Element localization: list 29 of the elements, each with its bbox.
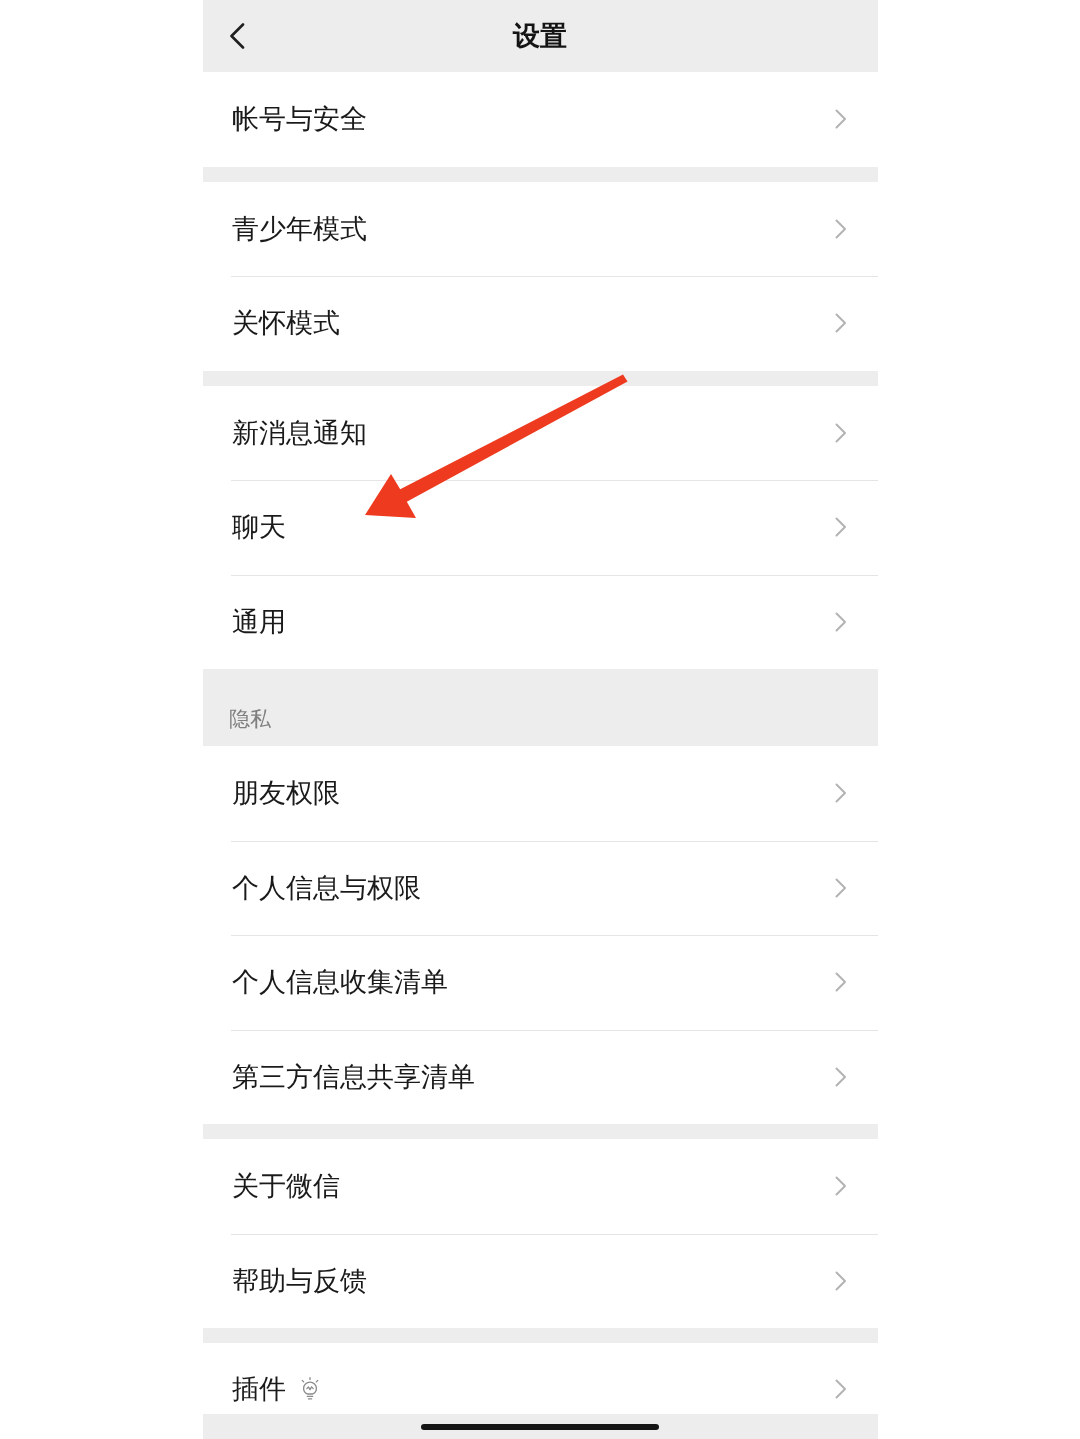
settings-row[interactable]: 青少年模式: [202, 181, 878, 276]
chevron-right-icon: [834, 422, 847, 443]
settings-row[interactable]: 第三方信息共享清单: [202, 1029, 878, 1124]
chevron-right-icon: [834, 218, 847, 239]
chevron-right-icon: [834, 517, 847, 538]
chevron-right-icon: [834, 1270, 847, 1291]
nav-title: 设置: [513, 19, 567, 53]
settings-row[interactable]: 插件: [202, 1343, 878, 1414]
chevron-right-icon: [834, 109, 847, 130]
chevron-right-icon: [834, 1066, 847, 1087]
settings-row[interactable]: 关于微信: [202, 1139, 878, 1234]
chevron-right-icon: [834, 313, 847, 334]
chevron-right-icon: [834, 1176, 847, 1197]
settings-row[interactable]: 个人信息与权限: [202, 840, 878, 935]
back-icon[interactable]: [228, 23, 245, 49]
settings-row[interactable]: 新消息通知: [202, 385, 878, 480]
settings-row[interactable]: 通用: [202, 574, 878, 669]
settings-row[interactable]: 个人信息收集清单: [202, 935, 878, 1030]
chevron-right-icon: [834, 1378, 847, 1399]
chevron-right-icon: [834, 611, 847, 632]
settings-row[interactable]: 帮助与反馈: [202, 1233, 878, 1328]
settings-row[interactable]: 聊天: [202, 480, 878, 575]
chevron-right-icon: [834, 783, 847, 804]
settings-row[interactable]: 帐号与安全: [202, 72, 878, 167]
lightbulb-icon: [299, 1377, 320, 1400]
settings-row[interactable]: 关怀模式: [202, 276, 878, 371]
chevron-right-icon: [834, 972, 847, 993]
chevron-right-icon: [834, 877, 847, 898]
settings-row[interactable]: 朋友权限: [202, 746, 878, 841]
